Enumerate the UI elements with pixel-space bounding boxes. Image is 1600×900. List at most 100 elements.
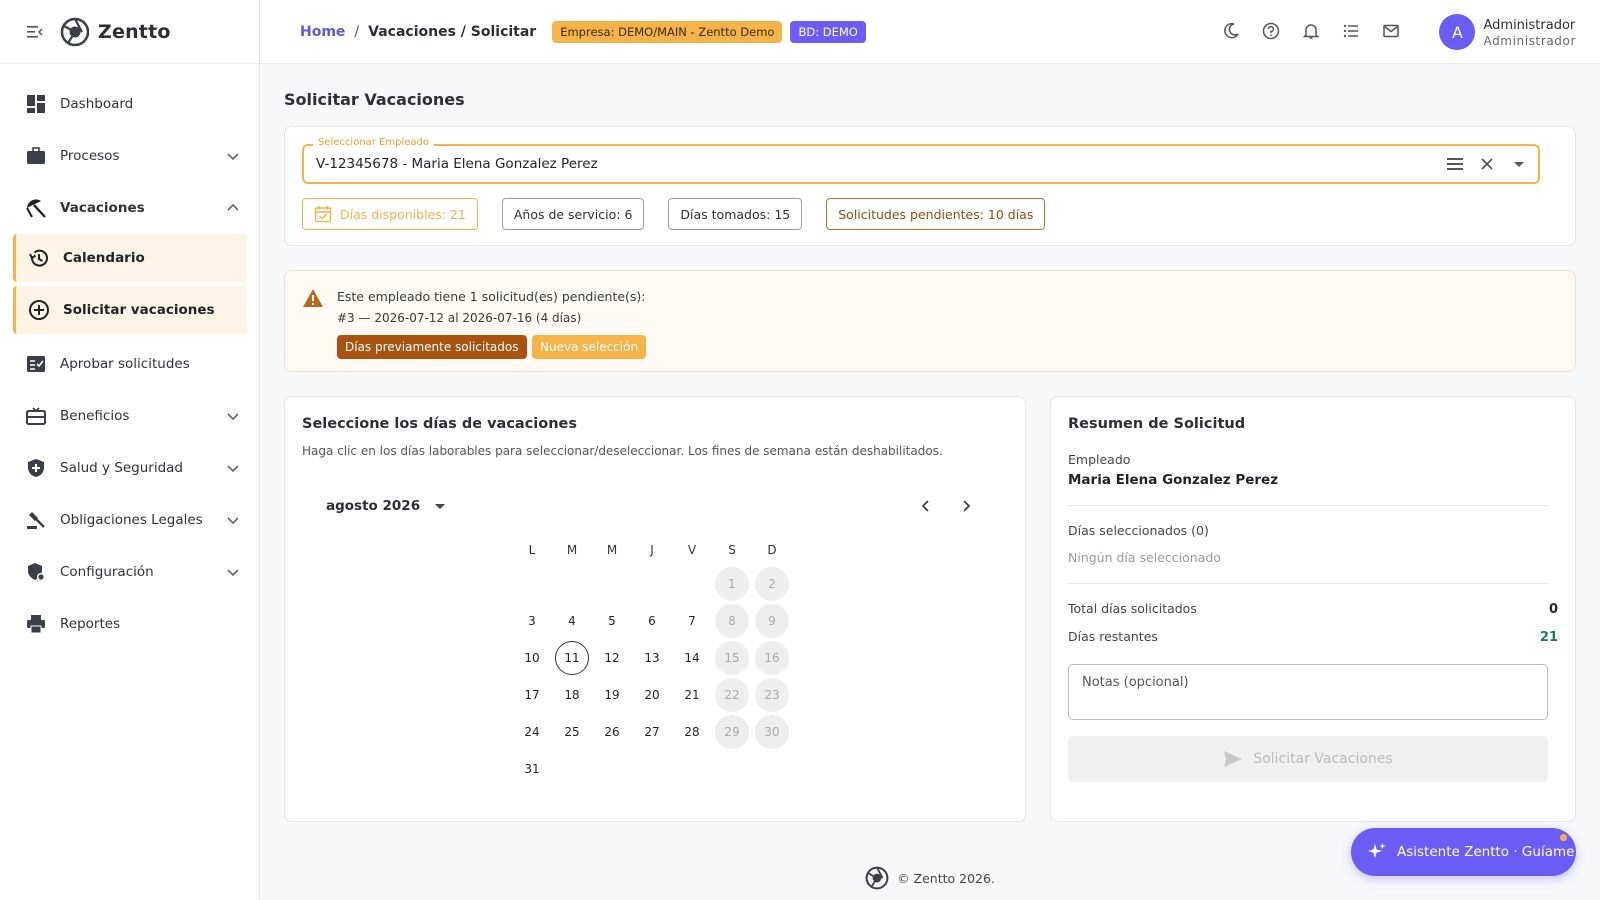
calendar-cell: 2 [752, 565, 792, 602]
calendar-day[interactable]: 7 [675, 604, 709, 638]
brand-name: Zentto [98, 20, 171, 43]
calendar-day[interactable]: 17 [515, 678, 549, 712]
dropdown-arrow-icon[interactable] [1510, 155, 1528, 173]
month-label: agosto 2026 [326, 498, 421, 514]
calendar-day[interactable]: 20 [635, 678, 669, 712]
sidebar-item-label: Solicitar vacaciones [63, 302, 215, 318]
user-name: Administrador [1483, 17, 1576, 33]
notifications-icon[interactable] [1300, 20, 1322, 42]
calendar-cell [632, 750, 672, 787]
calendar-day[interactable]: 5 [595, 604, 629, 638]
calendar-cell: 14 [672, 639, 712, 676]
calendar-cell: 15 [712, 639, 752, 676]
calendar-day[interactable]: 27 [635, 715, 669, 749]
assistant-button[interactable]: Asistente Zentto · Guíame [1351, 828, 1576, 876]
menu-lines-icon[interactable] [1446, 155, 1464, 173]
clear-icon[interactable] [1478, 155, 1496, 173]
admin-shield-icon [24, 560, 48, 584]
menu-collapse-icon[interactable] [24, 21, 46, 43]
sidebar-item-beneficios[interactable]: Beneficios [0, 390, 259, 442]
calendar-day[interactable]: 31 [515, 752, 549, 786]
remaining-days-label: Días restantes [1068, 629, 1158, 644]
calendar-day[interactable]: 19 [595, 678, 629, 712]
calendar-cell: 11 [552, 639, 592, 676]
user-menu[interactable]: A Administrador Administrador [1439, 14, 1576, 50]
calendar-cell: 17 [512, 676, 552, 713]
calendar-cell: 5 [592, 602, 632, 639]
sidebar-item-label: Salud y Seguridad [60, 460, 184, 476]
sidebar-item-obligaciones-legales[interactable]: Obligaciones Legales [0, 494, 259, 546]
calendar-day[interactable]: 3 [515, 604, 549, 638]
notes-textarea[interactable]: Notas (opcional) [1068, 664, 1548, 720]
calendar-cell: 19 [592, 676, 632, 713]
calendar-day[interactable]: 28 [675, 715, 709, 749]
calendar-day[interactable]: 10 [515, 641, 549, 675]
sidebar-item-reportes[interactable]: Reportes [0, 598, 259, 650]
main-content: Solicitar Vacaciones Seleccionar Emplead… [284, 64, 1576, 822]
calendar-cell: 4 [552, 602, 592, 639]
pending-requests-alert: Este empleado tiene 1 solicitud(es) pend… [284, 270, 1576, 372]
calendar-day-disabled: 29 [715, 714, 749, 749]
calendar-cell: 8 [712, 602, 752, 639]
submit-label: Solicitar Vacaciones [1253, 751, 1393, 767]
calendar-day[interactable]: 25 [555, 715, 589, 749]
assistant-label: Asistente Zentto · Guíame [1397, 844, 1575, 860]
sidebar-item-procesos[interactable]: Procesos [0, 130, 259, 182]
calendar-day[interactable]: 11 [555, 640, 589, 675]
help-icon[interactable] [1260, 20, 1282, 42]
calendar-day[interactable]: 26 [595, 715, 629, 749]
chevron-down-icon [225, 512, 241, 528]
topbar: Home / Vacaciones / Solicitar Empresa: D… [260, 0, 1600, 64]
breadcrumb-home[interactable]: Home [300, 24, 345, 40]
avatar[interactable]: A [1439, 14, 1476, 50]
legend-new-selection: Nueva selección [532, 335, 647, 359]
calendar-cell [592, 565, 632, 602]
notes-placeholder: Notas (opcional) [1082, 675, 1189, 690]
calendar-day[interactable]: 6 [635, 604, 669, 638]
calendar-day[interactable]: 21 [675, 678, 709, 712]
calendar-week: 31 [512, 750, 792, 787]
calendar-check-icon [314, 205, 332, 223]
database-badge[interactable]: BD: DEMO [790, 20, 866, 43]
submit-vacation-button[interactable]: Solicitar Vacaciones [1068, 736, 1548, 782]
stat-label: Días tomados: 15 [680, 206, 791, 222]
sidebar-item-label: Dashboard [60, 96, 134, 112]
calendar-day-disabled: 1 [715, 566, 749, 601]
sidebar-item-aprobar-solicitudes[interactable]: Aprobar solicitudes [0, 338, 259, 390]
calendar-day[interactable]: 12 [595, 641, 629, 675]
no-days-selected: Ningún día seleccionado [1068, 550, 1221, 565]
mail-icon[interactable] [1380, 20, 1402, 42]
calendar-day-disabled: 9 [755, 603, 789, 638]
next-month-button[interactable] [955, 495, 977, 517]
calendar-day[interactable]: 24 [515, 715, 549, 749]
calendar-week: 3456789 [512, 602, 792, 639]
sidebar-item-label: Vacaciones [60, 200, 145, 216]
sidebar-item-solicitar-vacaciones[interactable]: Solicitar vacaciones [13, 286, 247, 334]
calendar-day[interactable]: 13 [635, 641, 669, 675]
stat-label: Días disponibles: 21 [340, 206, 466, 222]
calendar-week: 17 18 19 20 21 22 23 [512, 676, 792, 713]
history-icon [27, 246, 51, 270]
calendar-day[interactable]: 14 [675, 641, 709, 675]
dark-mode-icon[interactable] [1220, 20, 1242, 42]
calendar-cell: 10 [512, 639, 552, 676]
calendar-subtitle: Haga clic en los días laborables para se… [302, 444, 943, 458]
sidebar-item-dashboard[interactable]: Dashboard [0, 78, 259, 130]
employee-select[interactable]: Seleccionar Empleado V-12345678 - Maria … [302, 137, 1540, 184]
empresa-badge[interactable]: Empresa: DEMO/MAIN - Zentto Demo [552, 20, 783, 43]
calendar-cell [672, 565, 712, 602]
sidebar-item-salud-seguridad[interactable]: Salud y Seguridad [0, 442, 259, 494]
calendar-cell: 24 [512, 713, 552, 750]
employee-select-label: Seleccionar Empleado [313, 137, 435, 148]
employee-select-value: V-12345678 - Maria Elena Gonzalez Perez [316, 156, 598, 172]
sidebar: Zentto Dashboard Procesos Vacaciones Cal… [0, 0, 260, 900]
sidebar-item-calendario[interactable]: Calendario [13, 234, 247, 282]
prev-month-button[interactable] [915, 495, 937, 517]
calendar-day[interactable]: 18 [555, 678, 589, 712]
calendar-day[interactable]: 4 [555, 604, 589, 638]
sidebar-item-vacaciones[interactable]: Vacaciones [0, 182, 259, 234]
weekday-label: J [650, 543, 654, 557]
sidebar-item-configuracion[interactable]: Configuración [0, 546, 259, 598]
month-selector[interactable]: agosto 2026 [326, 498, 446, 514]
list-icon[interactable] [1340, 20, 1362, 42]
